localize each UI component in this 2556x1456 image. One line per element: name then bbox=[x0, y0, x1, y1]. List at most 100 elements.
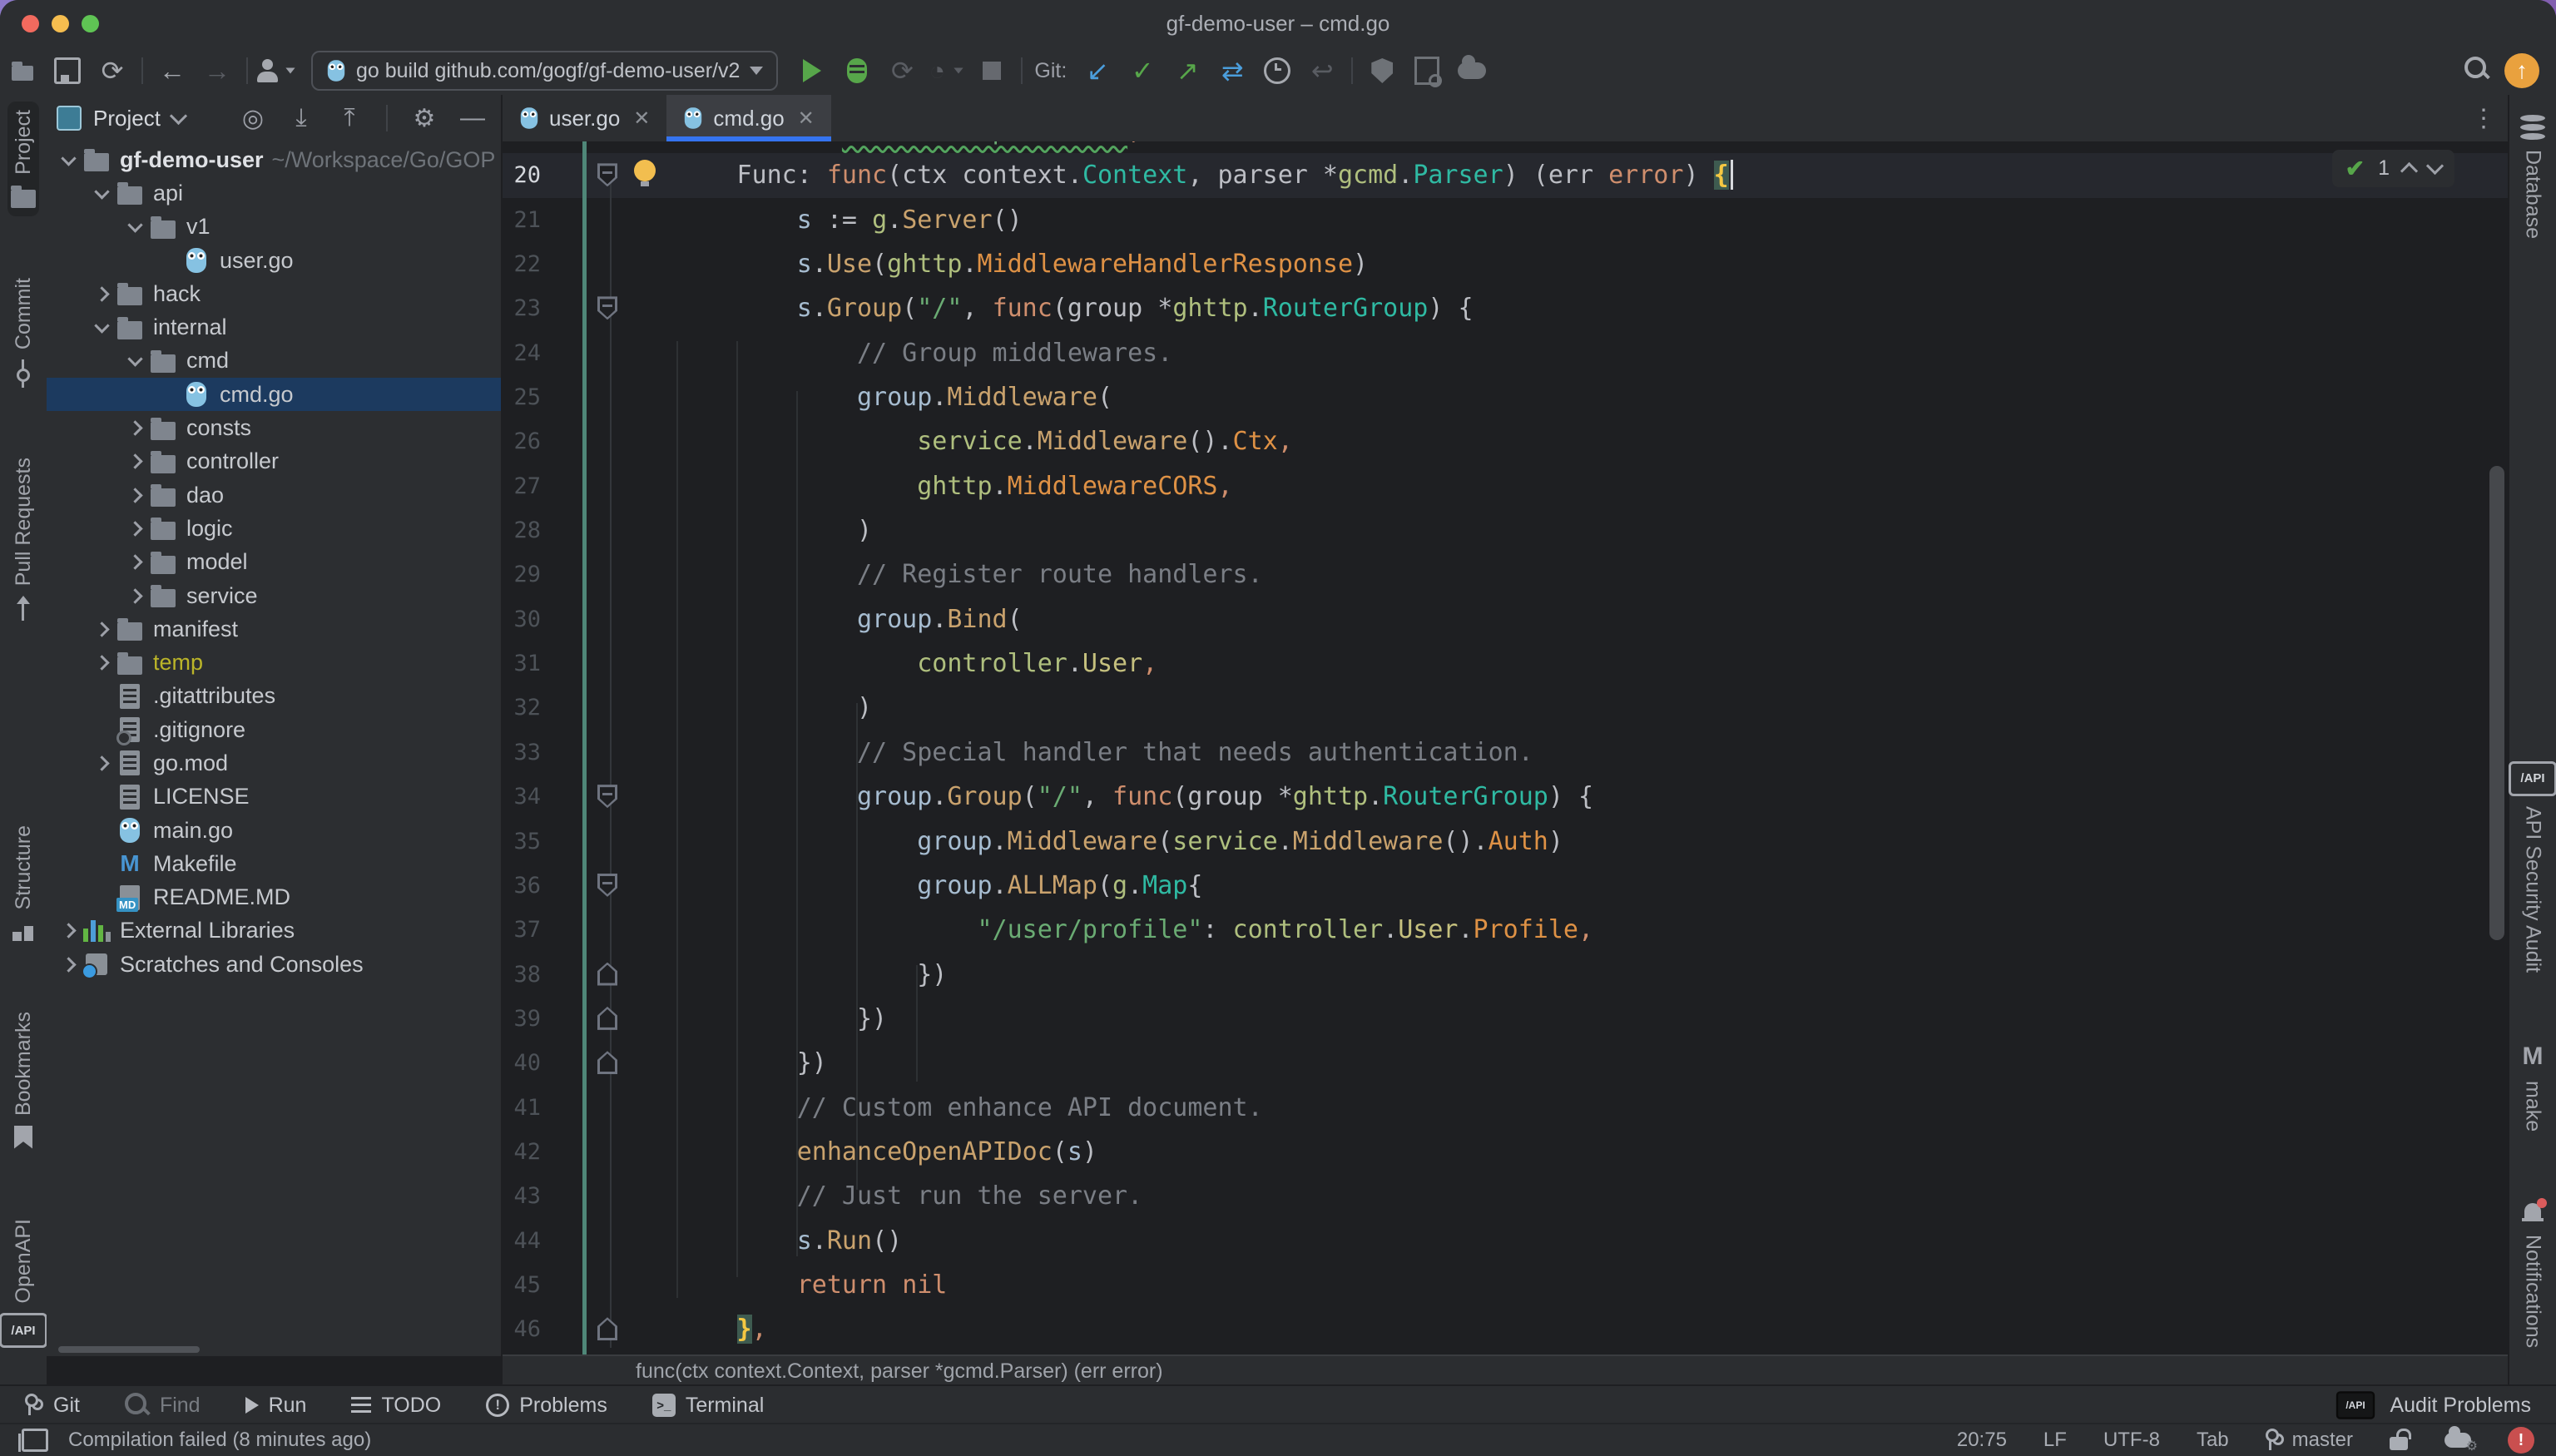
code-editor[interactable]: 19 Brief: "start http server",20 Func: f… bbox=[503, 141, 2508, 1356]
fold-collapse-icon[interactable] bbox=[597, 163, 617, 186]
code-line-33[interactable]: 33 // Special handler that needs authent… bbox=[503, 730, 2508, 775]
code-line-31[interactable]: 31 controller.User, bbox=[503, 641, 2508, 686]
save-all-icon[interactable] bbox=[45, 51, 90, 91]
code-line-37[interactable]: 37 "/user/profile": controller.User.Prof… bbox=[503, 908, 2508, 952]
tool-strip-button-structure[interactable]: Structure bbox=[8, 817, 39, 949]
editor-scrollbar[interactable] bbox=[2489, 466, 2504, 940]
tree-item-cmd-go[interactable]: cmd.go bbox=[47, 378, 501, 411]
tree-item-gitignore[interactable]: .gitignore bbox=[47, 713, 501, 746]
open-folder-icon[interactable] bbox=[0, 51, 45, 91]
chevron-closed-icon[interactable] bbox=[87, 657, 116, 668]
tool-strip-button-pull-requests[interactable]: Pull Requests bbox=[8, 449, 39, 629]
tree-item-readme-md[interactable]: README.MD bbox=[47, 881, 501, 914]
code-line-34[interactable]: 34 group.Group("/", func(group *ghttp.Ro… bbox=[503, 775, 2508, 819]
code-line-38[interactable]: 38 }) bbox=[503, 953, 2508, 997]
chevron-closed-icon[interactable] bbox=[120, 523, 150, 534]
update-available-icon[interactable]: ↑ bbox=[2504, 53, 2539, 88]
tree-item-gitattributes[interactable]: .gitattributes bbox=[47, 680, 501, 713]
fold-collapse-icon[interactable] bbox=[597, 874, 617, 897]
stop-button[interactable] bbox=[969, 51, 1014, 91]
git-branch-widget[interactable]: master bbox=[2266, 1429, 2353, 1452]
tool-strip-button-openapi[interactable]: OpenAPI/API bbox=[0, 1211, 51, 1356]
fold-collapse-icon[interactable] bbox=[597, 785, 617, 808]
tree-item-user-go[interactable]: user.go bbox=[47, 244, 501, 277]
git-rollback-icon[interactable]: ↩ bbox=[1300, 51, 1345, 91]
tool-strip-button-bookmarks[interactable]: Bookmarks bbox=[8, 1003, 39, 1157]
file-encoding[interactable]: UTF-8 bbox=[2103, 1429, 2160, 1452]
code-line-25[interactable]: 25 group.Middleware( bbox=[503, 375, 2508, 419]
tree-item-logic[interactable]: logic bbox=[47, 512, 501, 545]
fold-expand-icon[interactable] bbox=[597, 963, 617, 986]
tool-window-button-terminal[interactable]: >_Terminal bbox=[652, 1394, 764, 1418]
chevron-down-icon[interactable] bbox=[170, 106, 187, 124]
tool-window-button-git[interactable]: Git bbox=[25, 1394, 80, 1418]
chevron-closed-icon[interactable] bbox=[120, 423, 150, 433]
code-line-26[interactable]: 26 service.Middleware().Ctx, bbox=[503, 419, 2508, 463]
close-icon[interactable]: ✕ bbox=[798, 106, 815, 131]
chevron-open-icon[interactable] bbox=[53, 156, 83, 164]
code-line-29[interactable]: 29 // Register route handlers. bbox=[503, 552, 2508, 597]
tool-strip-button-notifications[interactable]: Notifications bbox=[2518, 1193, 2549, 1356]
chevron-closed-icon[interactable] bbox=[53, 959, 83, 970]
tree-item-external-libraries[interactable]: External Libraries bbox=[47, 914, 501, 948]
tab-options-icon[interactable]: ⋮ bbox=[2471, 112, 2496, 125]
git-update-icon[interactable]: ↙ bbox=[1075, 51, 1120, 91]
tool-strip-button-database[interactable]: Database bbox=[2517, 106, 2549, 247]
code-line-27[interactable]: 27 ghttp.MiddlewareCORS, bbox=[503, 464, 2508, 508]
code-line-28[interactable]: 28 ) bbox=[503, 508, 2508, 552]
tree-item-controller[interactable]: controller bbox=[47, 445, 501, 478]
tree-item-temp[interactable]: temp bbox=[47, 646, 501, 679]
code-line-36[interactable]: 36 group.ALLMap(g.Map{ bbox=[503, 864, 2508, 908]
intention-lightbulb-icon[interactable] bbox=[634, 160, 656, 181]
close-icon[interactable]: ✕ bbox=[633, 106, 650, 131]
code-line-44[interactable]: 44 s.Run() bbox=[503, 1219, 2508, 1263]
user-profile-icon[interactable] bbox=[255, 51, 300, 91]
fold-expand-icon[interactable] bbox=[597, 1007, 617, 1030]
tool-window-button-problems[interactable]: !Problems bbox=[486, 1394, 607, 1418]
search-everywhere-icon[interactable] bbox=[2464, 57, 2489, 86]
tab-user-go[interactable]: user.go✕ bbox=[503, 95, 666, 141]
debug-button[interactable] bbox=[835, 51, 879, 91]
tree-item-license[interactable]: LICENSE bbox=[47, 780, 501, 814]
chevron-closed-icon[interactable] bbox=[53, 925, 83, 936]
code-line-35[interactable]: 35 group.Middleware(service.Middleware()… bbox=[503, 820, 2508, 864]
tab-cmd-go[interactable]: cmd.go✕ bbox=[666, 95, 830, 141]
code-line-21[interactable]: 21 s := g.Server() bbox=[503, 198, 2508, 242]
tree-item-main-go[interactable]: main.go bbox=[47, 814, 501, 847]
tool-strip-button-commit[interactable]: Commit bbox=[8, 270, 39, 396]
code-line-40[interactable]: 40 }) bbox=[503, 1041, 2508, 1085]
forward-icon[interactable]: → bbox=[195, 51, 240, 91]
code-line-24[interactable]: 24 // Group middlewares. bbox=[503, 331, 2508, 375]
chevron-closed-icon[interactable] bbox=[120, 456, 150, 467]
chevron-closed-icon[interactable] bbox=[120, 591, 150, 602]
fold-expand-icon[interactable] bbox=[597, 1317, 617, 1340]
tree-item-api[interactable]: api bbox=[47, 176, 501, 210]
code-line-43[interactable]: 43 // Just run the server. bbox=[503, 1174, 2508, 1218]
indent-mode[interactable]: Tab bbox=[2197, 1429, 2229, 1452]
tree-item-go-mod[interactable]: go.mod bbox=[47, 746, 501, 780]
tree-item-makefile[interactable]: MMakefile bbox=[47, 847, 501, 880]
code-line-19[interactable]: 19 Brief: "start http server", bbox=[503, 141, 2508, 153]
code-line-30[interactable]: 30 group.Bind( bbox=[503, 597, 2508, 641]
chevron-closed-icon[interactable] bbox=[87, 758, 116, 769]
tree-item-model[interactable]: model bbox=[47, 546, 501, 579]
hide-panel-icon[interactable]: — bbox=[454, 104, 491, 132]
status-message[interactable]: Compilation failed (8 minutes ago) bbox=[68, 1429, 371, 1452]
tree-item-dao[interactable]: dao bbox=[47, 478, 501, 512]
code-line-20[interactable]: 20 Func: func(ctx context.Context, parse… bbox=[503, 153, 2508, 197]
previous-problem-icon[interactable] bbox=[2400, 162, 2418, 180]
gear-icon[interactable]: ⚙ bbox=[406, 104, 443, 133]
tree-item-consts[interactable]: consts bbox=[47, 411, 501, 444]
chevron-open-icon[interactable] bbox=[120, 223, 150, 230]
back-icon[interactable]: ← bbox=[150, 51, 195, 91]
horizontal-scrollbar[interactable] bbox=[58, 1346, 200, 1353]
tree-item-service[interactable]: service bbox=[47, 579, 501, 612]
git-push-icon[interactable]: ↗ bbox=[1165, 51, 1210, 91]
line-ending[interactable]: LF bbox=[2043, 1429, 2067, 1452]
tool-strip-button-make[interactable]: Mmake bbox=[2518, 1034, 2549, 1140]
code-line-39[interactable]: 39 }) bbox=[503, 997, 2508, 1041]
code-line-46[interactable]: 46 }, bbox=[503, 1307, 2508, 1351]
tool-window-button-find[interactable]: Find bbox=[125, 1393, 201, 1418]
tool-window-button-todo[interactable]: TODO bbox=[351, 1394, 441, 1418]
search-document-icon[interactable] bbox=[1404, 51, 1449, 91]
